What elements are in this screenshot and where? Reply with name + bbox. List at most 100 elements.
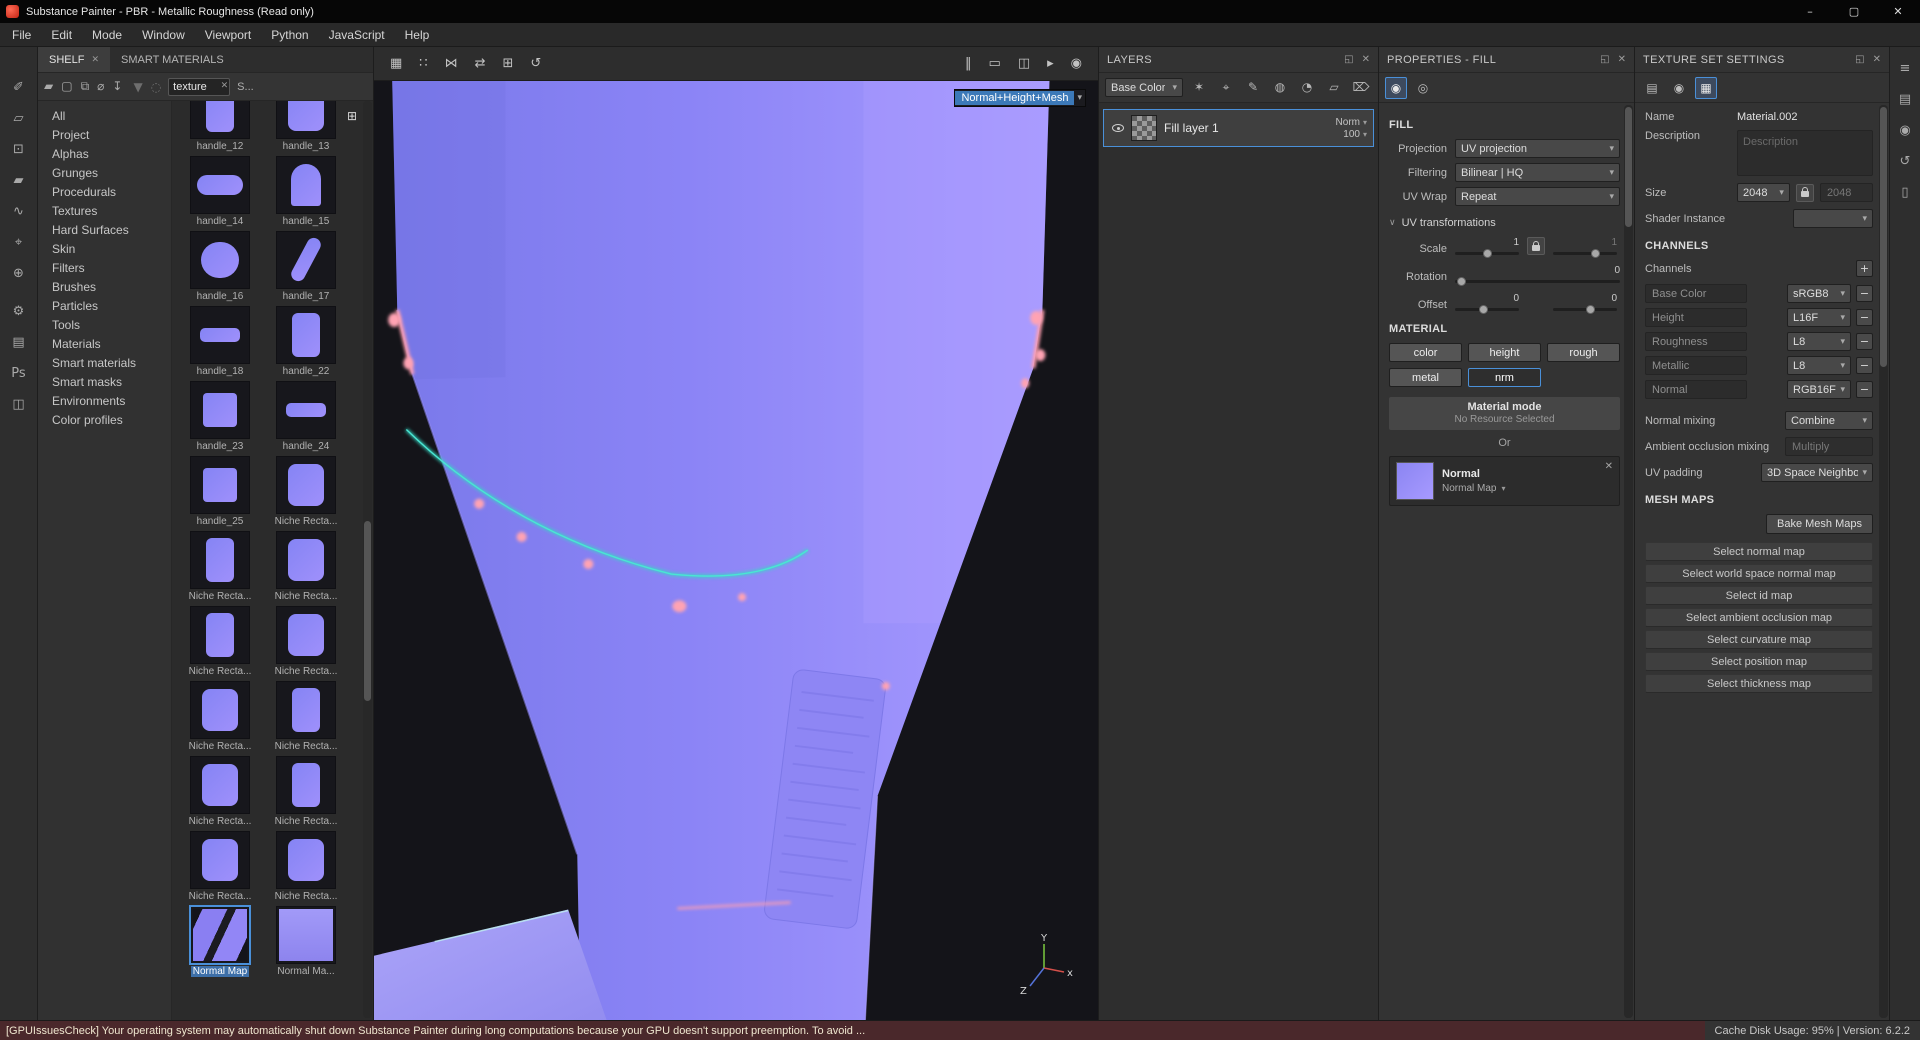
filtering-dropdown[interactable]: Bilinear | HQ ▾: [1455, 163, 1620, 182]
close-icon[interactable]: ✕: [1873, 54, 1881, 65]
shelf-resource[interactable]: handle_14: [177, 156, 263, 227]
shader-settings-panel-icon[interactable]: ◉: [1895, 123, 1915, 138]
import-resources-icon[interactable]: ↧: [112, 79, 122, 94]
visibility-eye-icon[interactable]: [1108, 124, 1128, 132]
undock-icon[interactable]: ◱: [1600, 54, 1609, 65]
menu-item[interactable]: Edit: [41, 23, 82, 47]
shelf-resource[interactable]: Niche Recta...: [177, 606, 263, 677]
viewport-canvas[interactable]: Normal+Height+Mesh ▾ Y x Z: [374, 81, 1098, 1020]
history-panel-icon[interactable]: ↺: [1895, 154, 1915, 169]
shelf-resource[interactable]: handle_12: [177, 101, 263, 152]
duplicate-icon[interactable]: ⧉: [81, 79, 90, 94]
shelf-resource[interactable]: handle_24: [263, 381, 349, 452]
remove-channel-button[interactable]: −: [1856, 357, 1873, 374]
blend-mode-dropdown[interactable]: Norm ▾: [1336, 117, 1367, 128]
shelf-resource[interactable]: handle_22: [263, 306, 349, 377]
symmetry-icon[interactable]: ⋈: [445, 56, 458, 71]
select-mesh-map-button[interactable]: Select ambient occlusion map: [1645, 608, 1873, 627]
size-dropdown[interactable]: 2048 ▾: [1737, 183, 1790, 202]
shelf-category[interactable]: Project: [38, 126, 171, 145]
shelf-resource[interactable]: Niche Recta...: [263, 681, 349, 752]
shelf-category[interactable]: Environments: [38, 392, 171, 411]
shelf-category[interactable]: Tools: [38, 316, 171, 335]
tab-smart-materials[interactable]: SMART MATERIALS: [110, 47, 235, 72]
rotation-value[interactable]: 0: [1455, 265, 1620, 277]
select-mesh-map-button[interactable]: Select normal map: [1645, 542, 1873, 561]
close-icon[interactable]: ✕: [91, 55, 99, 65]
scale-link-lock-button[interactable]: [1527, 237, 1545, 255]
shelf-resource[interactable]: Niche Recta...: [263, 456, 349, 527]
channel-button[interactable]: color: [1389, 343, 1462, 362]
resource-dropdown[interactable]: Normal Map ▾: [1442, 483, 1505, 494]
menu-item[interactable]: File: [2, 23, 41, 47]
shelf-resource[interactable]: Niche Recta...: [177, 831, 263, 902]
shelf-resource[interactable]: handle_16: [177, 231, 263, 302]
shelf-category[interactable]: Procedurals: [38, 183, 171, 202]
resources-icon[interactable]: ◫: [8, 396, 30, 414]
menu-item[interactable]: Help: [395, 23, 440, 47]
shelf-category[interactable]: Smart materials: [38, 354, 171, 373]
remove-channel-button[interactable]: −: [1856, 285, 1873, 302]
grid-view-toggle-icon[interactable]: ⊞: [347, 109, 357, 123]
shelf-category[interactable]: Smart masks: [38, 373, 171, 392]
normal-mixing-dropdown[interactable]: Combine ▾: [1785, 411, 1873, 430]
channel-button[interactable]: nrm: [1468, 368, 1541, 387]
menu-item[interactable]: Python: [261, 23, 318, 47]
opacity-dropdown[interactable]: 100 ▾: [1343, 129, 1367, 140]
refresh-icon[interactable]: ◌: [151, 80, 161, 94]
remove-channel-button[interactable]: −: [1856, 381, 1873, 398]
close-icon[interactable]: ✕: [1618, 54, 1626, 65]
channel-format-dropdown[interactable]: L16F ▾: [1787, 308, 1851, 327]
shelf-category[interactable]: Textures: [38, 202, 171, 221]
shelf-category[interactable]: Materials: [38, 335, 171, 354]
material-name-value[interactable]: Material.002: [1737, 111, 1798, 123]
channel-format-dropdown[interactable]: L8 ▾: [1787, 356, 1851, 375]
channel-button[interactable]: height: [1468, 343, 1541, 362]
shelf-category[interactable]: Alphas: [38, 145, 171, 164]
video-capture-icon[interactable]: ▸: [1047, 56, 1054, 71]
channel-format-dropdown[interactable]: RGB16F ▾: [1787, 380, 1851, 399]
undock-icon[interactable]: ◱: [1344, 54, 1353, 65]
select-mesh-map-button[interactable]: Select world space normal map: [1645, 564, 1873, 583]
material-mode-button[interactable]: Material mode No Resource Selected: [1389, 397, 1620, 430]
eye-off-icon[interactable]: ⌀: [97, 79, 104, 94]
polygon-fill-tool-icon[interactable]: ▰: [8, 172, 30, 190]
channel-format-dropdown[interactable]: sRGB8 ▾: [1787, 284, 1851, 303]
add-view-icon[interactable]: ⊞: [502, 56, 513, 71]
offset-x-slider[interactable]: [1455, 308, 1519, 311]
uv-padding-dropdown[interactable]: 3D Space Neighbor ▾: [1761, 463, 1873, 482]
bake-mesh-maps-button[interactable]: Bake Mesh Maps: [1766, 514, 1873, 534]
group-folder-icon[interactable]: ▱: [1325, 80, 1343, 95]
shelf-resource[interactable]: Niche Recta...: [263, 531, 349, 602]
screenshot-camera-icon[interactable]: ◉: [1071, 56, 1082, 71]
shelf-resource[interactable]: Niche Recta...: [177, 756, 263, 827]
filter-funnel-icon[interactable]: ▼: [133, 80, 142, 94]
select-mesh-map-button[interactable]: Select thickness map: [1645, 674, 1873, 693]
properties-material-tab-icon[interactable]: ◉: [1385, 77, 1407, 99]
properties-display-tab-icon[interactable]: ◎: [1412, 77, 1434, 99]
scale-y-value[interactable]: 1: [1553, 237, 1617, 249]
undock-icon[interactable]: ◱: [1855, 54, 1864, 65]
shelf-resource[interactable]: Niche Recta...: [177, 531, 263, 602]
shelf-resource[interactable]: Normal Ma...: [263, 906, 349, 977]
delete-layer-icon[interactable]: ⌦: [1352, 80, 1370, 95]
shelf-category[interactable]: Brushes: [38, 278, 171, 297]
shelf-category[interactable]: Filters: [38, 259, 171, 278]
texture-set-channels-tab-icon[interactable]: ▦: [1695, 77, 1717, 99]
rotation-slider[interactable]: [1455, 280, 1620, 283]
mirror-axis-icon[interactable]: ⇄: [475, 56, 486, 71]
normal-resource-slot[interactable]: Normal Normal Map ▾ ✕: [1389, 456, 1620, 506]
minimize-button[interactable]: –: [1788, 0, 1832, 23]
shelf-category[interactable]: Hard Surfaces: [38, 221, 171, 240]
smart-material-icon[interactable]: ◔: [1298, 80, 1316, 95]
channel-button[interactable]: rough: [1547, 343, 1620, 362]
display-settings-panel-icon[interactable]: ▤: [1895, 92, 1915, 107]
close-icon[interactable]: ✕: [1362, 54, 1370, 65]
magic-wand-icon[interactable]: ✶: [1190, 80, 1208, 95]
shelf-scrollbar[interactable]: [363, 101, 372, 1018]
shelf-resource[interactable]: handle_17: [263, 231, 349, 302]
shelf-category[interactable]: All: [38, 107, 171, 126]
shelf-resource[interactable]: Niche Recta...: [263, 831, 349, 902]
shelf-category[interactable]: Skin: [38, 240, 171, 259]
shelf-resource[interactable]: Niche Recta...: [177, 681, 263, 752]
